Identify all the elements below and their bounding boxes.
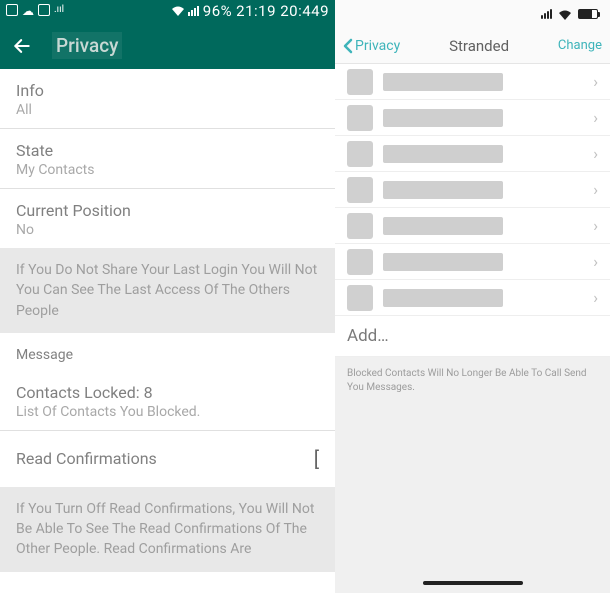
- battery-icon: [578, 9, 598, 19]
- setting-blocked-title: Contacts Locked: 8: [16, 383, 319, 402]
- home-indicator[interactable]: [423, 581, 523, 585]
- setting-read-confirmations[interactable]: Read Confirmations [: [0, 431, 335, 487]
- contact-row[interactable]: ›: [335, 136, 610, 172]
- avatar: [347, 213, 373, 239]
- setting-position[interactable]: Current Position No: [0, 189, 335, 248]
- android-statusbar: ☁ .ııl 96% 21:19 20:449: [0, 0, 335, 22]
- setting-position-title: Current Position: [16, 201, 319, 220]
- settings-list: Info All State My Contacts Current Posit…: [0, 69, 335, 593]
- back-label: Privacy: [355, 38, 400, 54]
- contact-row[interactable]: ›: [335, 64, 610, 100]
- statusbar-left-icons: ☁ .ııl: [6, 4, 64, 18]
- chevron-right-icon: ›: [593, 216, 598, 235]
- note-read-confirmations: If You Turn Off Read Confirmations, You …: [0, 487, 335, 572]
- avatar: [347, 285, 373, 311]
- wifi-icon: [558, 5, 572, 24]
- ios-navbar: Privacy Stranded Change: [335, 28, 610, 64]
- contact-name-redacted: [383, 217, 503, 235]
- setting-info-title: Info: [16, 81, 319, 100]
- avatar: [347, 177, 373, 203]
- contact-name-redacted: [383, 109, 503, 127]
- battery-percent: 96%: [203, 2, 232, 20]
- contact-name-redacted: [383, 181, 503, 199]
- contact-row[interactable]: ›: [335, 280, 610, 316]
- data-icon: .ııl: [54, 4, 64, 18]
- back-arrow-icon[interactable]: [10, 34, 34, 58]
- setting-info[interactable]: Info All: [0, 69, 335, 129]
- ios-page-title: Stranded: [400, 37, 558, 55]
- statusbar-time: 21:19 20:449: [236, 2, 329, 20]
- section-message: Message: [0, 333, 335, 371]
- contact-row[interactable]: ›: [335, 100, 610, 136]
- cloud-icon: ☁: [22, 4, 34, 18]
- change-button[interactable]: Change: [558, 38, 602, 53]
- ios-screen: Privacy Stranded Change › › › › › › › Add… Blo…: [335, 0, 610, 593]
- contact-row[interactable]: ›: [335, 208, 610, 244]
- setting-state-title: State: [16, 141, 319, 160]
- chevron-right-icon: ›: [593, 144, 598, 163]
- chevron-right-icon: ›: [593, 288, 598, 307]
- checkbox-icon[interactable]: [: [314, 449, 319, 469]
- back-button[interactable]: Privacy: [343, 38, 400, 54]
- contact-row[interactable]: ›: [335, 172, 610, 208]
- setting-state[interactable]: State My Contacts: [0, 129, 335, 189]
- contact-row[interactable]: ›: [335, 244, 610, 280]
- avatar: [347, 249, 373, 275]
- signal-icon: [188, 6, 199, 16]
- ios-statusbar: [335, 0, 610, 28]
- blocked-footer-note: Blocked Contacts Will No Longer Be Able …: [335, 357, 610, 593]
- contact-name-redacted: [383, 145, 503, 163]
- blocked-contacts-list: › › › › › › ›: [335, 64, 610, 316]
- setting-position-value: No: [16, 222, 319, 238]
- contact-name-redacted: [383, 73, 503, 91]
- wifi-icon: [172, 6, 184, 16]
- setting-blocked-value: List Of Contacts You Blocked.: [16, 404, 319, 420]
- contact-name-redacted: [383, 253, 503, 271]
- chevron-right-icon: ›: [593, 108, 598, 127]
- avatar: [347, 141, 373, 167]
- android-screen: ☁ .ııl 96% 21:19 20:449 Privacy Info All…: [0, 0, 335, 593]
- chevron-right-icon: ›: [593, 252, 598, 271]
- setting-state-value: My Contacts: [16, 162, 319, 178]
- avatar: [347, 105, 373, 131]
- cellular-signal-icon: [541, 9, 552, 19]
- app-icon: [38, 4, 50, 16]
- chevron-right-icon: ›: [593, 180, 598, 199]
- setting-blocked[interactable]: Contacts Locked: 8 List Of Contacts You …: [0, 371, 335, 431]
- gallery-icon: [6, 4, 18, 16]
- add-contact-button[interactable]: Add…: [335, 316, 610, 357]
- setting-read-title: Read Confirmations: [16, 449, 157, 468]
- note-last-login: If You Do Not Share Your Last Login You …: [0, 248, 335, 333]
- contact-name-redacted: [383, 289, 503, 307]
- android-header: Privacy: [0, 22, 335, 69]
- avatar: [347, 69, 373, 95]
- setting-info-value: All: [16, 102, 319, 118]
- page-title: Privacy: [52, 32, 122, 59]
- chevron-right-icon: ›: [593, 72, 598, 91]
- chevron-left-icon: [343, 38, 353, 54]
